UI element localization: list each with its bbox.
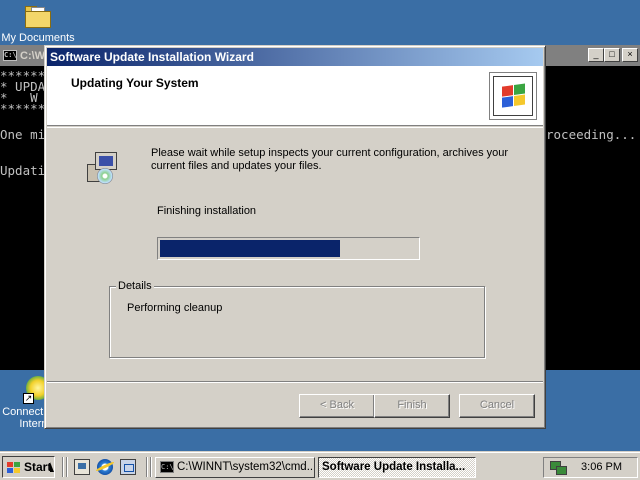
minimize-button[interactable]: _ (588, 48, 604, 62)
details-groupbox: Details Performing cleanup (109, 280, 485, 358)
taskbar-divider (146, 457, 148, 477)
console-line: One mi (0, 127, 46, 142)
taskbar-button-cmd[interactable]: C:\ C:\WINNT\system32\cmd... (155, 457, 315, 478)
wizard-message: Please wait while setup inspects your cu… (151, 147, 509, 172)
maximize-button[interactable]: □ (604, 48, 620, 62)
console-line: Updati (0, 163, 46, 178)
install-progress-bar (157, 237, 420, 260)
internet-explorer-icon[interactable] (97, 459, 113, 475)
taskbar-divider (66, 457, 68, 477)
windows-logo-icon (489, 72, 537, 120)
console-line: roceeding... (546, 127, 637, 142)
console-window-controls: _ □ × (586, 48, 638, 62)
console-title: C:\W (20, 49, 46, 62)
folder-icon (23, 4, 53, 30)
task-label: C:\WINNT\system32\cmd... (177, 461, 315, 473)
details-text: Performing cleanup (127, 302, 223, 314)
wizard-header: Updating Your System (47, 66, 543, 126)
back-button[interactable]: < Back (299, 394, 375, 418)
start-button[interactable]: Start (2, 456, 55, 478)
desktop-icon-label: My Documents (1, 32, 75, 44)
desktop-icon-my-documents[interactable]: My Documents (0, 4, 76, 50)
finish-button[interactable]: Finish (374, 394, 450, 418)
close-button[interactable]: × (622, 48, 638, 62)
taskbar: Start C:\ C:\WINNT\system32\cmd... Softw… (0, 452, 640, 480)
mouse-cursor (50, 462, 54, 472)
wizard-titlebar[interactable]: Software Update Installation Wizard (47, 48, 543, 66)
cancel-button[interactable]: Cancel (459, 394, 535, 418)
command-prompt-icon: C:\ (160, 461, 174, 473)
taskbar-divider (62, 457, 64, 477)
outlook-express-icon[interactable] (120, 459, 136, 475)
install-status-text: Finishing installation (157, 205, 257, 217)
windows-flag-icon (6, 461, 21, 474)
show-desktop-icon[interactable] (74, 459, 90, 475)
wizard-header-title: Updating Your System (71, 76, 199, 90)
task-label: Software Update Installa... (322, 461, 466, 473)
setup-computer-icon (85, 150, 119, 186)
start-label: Start (24, 460, 52, 474)
clock[interactable]: 3:06 PM (581, 461, 622, 473)
details-label: Details (116, 280, 154, 292)
command-prompt-icon: C:\ (3, 50, 17, 61)
system-tray: 3:06 PM (543, 457, 638, 478)
wizard-separator (47, 381, 543, 383)
update-wizard-dialog[interactable]: Software Update Installation Wizard Upda… (44, 45, 546, 429)
progress-fill (160, 240, 340, 257)
taskbar-divider (150, 457, 152, 477)
network-icon[interactable] (550, 461, 567, 475)
taskbar-button-update-wizard[interactable]: Software Update Installa... (318, 457, 476, 478)
